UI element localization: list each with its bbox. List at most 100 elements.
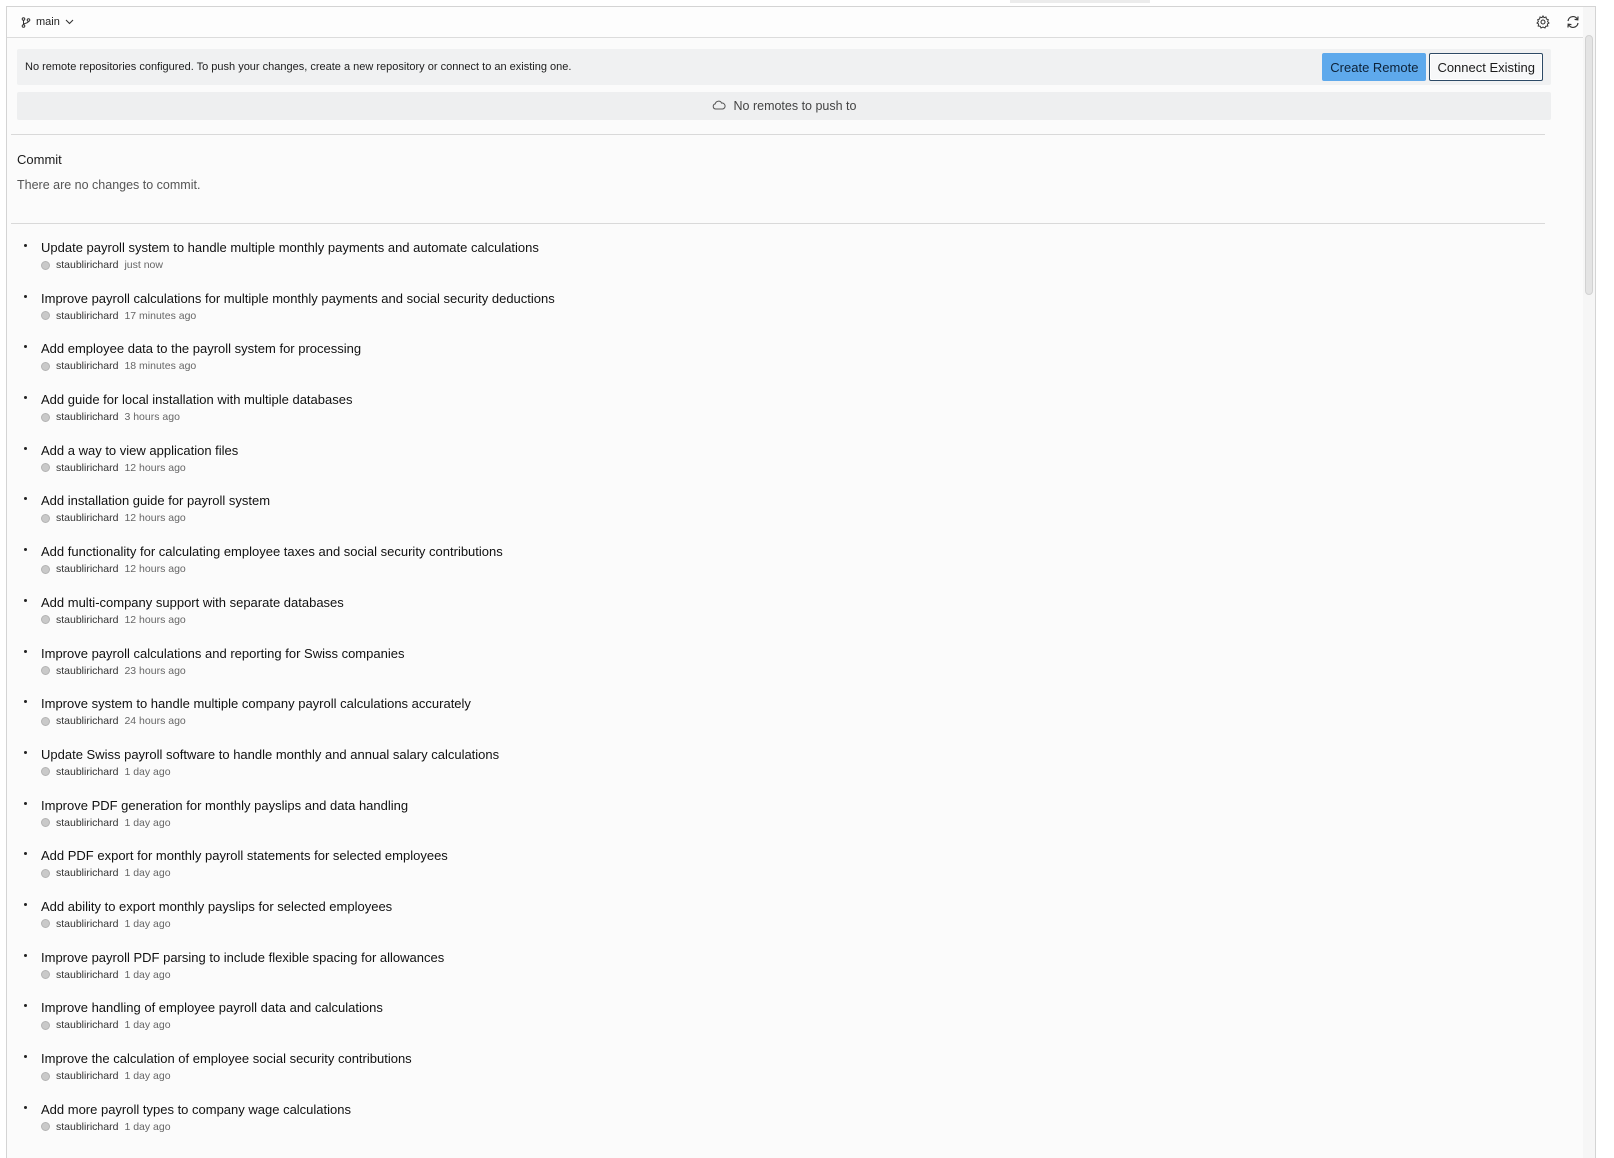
commit-message[interactable]: Improve handling of employee payroll dat… — [41, 999, 1585, 1017]
avatar-icon — [41, 1020, 50, 1030]
commit-author: staublirichard — [56, 1019, 119, 1032]
commit-history-item[interactable]: Improve payroll PDF parsing to include f… — [17, 944, 1585, 995]
bullet-marker — [24, 244, 27, 247]
avatar-icon — [41, 970, 50, 980]
connect-existing-button[interactable]: Connect Existing — [1429, 53, 1543, 81]
commit-author: staublirichard — [56, 664, 119, 677]
no-remote-notice: No remote repositories configured. To pu… — [17, 49, 1551, 85]
git-toolbar: main — [7, 7, 1595, 38]
commit-history-item[interactable]: Add functionality for calculating employ… — [17, 538, 1585, 589]
avatar-icon — [41, 463, 50, 473]
commit-time: 1 day ago — [124, 867, 171, 880]
bullet-marker — [24, 649, 27, 653]
commit-message[interactable]: Improve payroll PDF parsing to include f… — [41, 949, 1585, 967]
commit-time: 1 day ago — [124, 1070, 171, 1082]
commit-history-item[interactable]: Add installation guide for payroll syste… — [17, 487, 1585, 538]
avatar-icon — [41, 818, 50, 828]
create-remote-button[interactable]: Create Remote — [1322, 53, 1427, 81]
commit-message[interactable]: Improve payroll calculations for multipl… — [41, 290, 1585, 308]
commit-message[interactable]: Add multi-company support with separate … — [41, 594, 1585, 612]
commit-message[interactable]: Add functionality for calculating employ… — [41, 543, 1585, 561]
commit-message[interactable]: Add a way to view application files — [41, 442, 1585, 460]
notice-message: No remote repositories configured. To pu… — [25, 61, 572, 73]
commit-history-item[interactable]: Add PDF export for monthly payroll state… — [17, 842, 1585, 893]
commit-message[interactable]: Update payroll system to handle multiple… — [41, 239, 1585, 257]
avatar-icon — [41, 666, 50, 675]
commit-empty-message: There are no changes to commit. — [17, 178, 201, 192]
commit-time: 18 minutes ago — [124, 360, 197, 373]
bullet-marker — [24, 801, 27, 805]
commit-history-item[interactable]: Add more payroll types to company wage c… — [17, 1096, 1585, 1147]
commit-author: staublirichard — [56, 613, 119, 626]
commit-message[interactable]: Update Swiss payroll software to handle … — [41, 746, 1585, 764]
gear-icon[interactable] — [1533, 12, 1553, 32]
avatar-icon — [41, 564, 50, 574]
commit-meta: staublirichard 1 day ago — [41, 1019, 1585, 1031]
avatar-icon — [41, 615, 50, 625]
commit-meta: staublirichard 23 hours ago — [41, 665, 1585, 677]
commit-author: staublirichard — [56, 411, 119, 424]
avatar-icon — [41, 1122, 50, 1132]
commit-history-item[interactable]: Update Swiss payroll software to handle … — [17, 741, 1585, 792]
commit-message[interactable]: Add employee data to the payroll system … — [41, 340, 1585, 358]
commit-time: 1 day ago — [124, 816, 171, 829]
commit-author: staublirichard — [56, 461, 119, 474]
commit-message[interactable]: Add more payroll types to company wage c… — [41, 1101, 1585, 1119]
commit-author: staublirichard — [56, 1070, 119, 1082]
remotes-status: No remotes to push to — [17, 92, 1551, 120]
commit-message[interactable]: Improve payroll calculations and reporti… — [41, 645, 1585, 663]
avatar-icon — [41, 919, 50, 929]
commit-author: staublirichard — [56, 259, 119, 271]
commit-history-item[interactable]: Update payroll system to handle multiple… — [17, 234, 1585, 285]
bullet-marker — [24, 1055, 27, 1058]
commit-history-item[interactable]: Add employee data to the payroll system … — [17, 335, 1585, 386]
commit-meta: staublirichard 12 hours ago — [41, 614, 1585, 626]
commit-message[interactable]: Add guide for local installation with mu… — [41, 391, 1585, 409]
commit-time: 12 hours ago — [124, 512, 186, 525]
commit-meta: staublirichard 18 minutes ago — [41, 360, 1585, 372]
commit-time: 1 day ago — [124, 1019, 171, 1032]
bullet-marker — [24, 294, 27, 298]
bullet-marker — [24, 345, 27, 349]
scrollbar-thumb[interactable] — [1585, 35, 1593, 295]
commit-meta: staublirichard just now — [41, 259, 1585, 271]
cloud-icon — [712, 99, 726, 113]
chevron-down-icon — [65, 19, 74, 25]
commit-message[interactable]: Add ability to export monthly payslips f… — [41, 898, 1585, 916]
commit-history-item[interactable]: Improve system to handle multiple compan… — [17, 690, 1585, 741]
commit-message[interactable]: Add installation guide for payroll syste… — [41, 492, 1585, 510]
commit-history-item[interactable]: Improve payroll calculations and reporti… — [17, 640, 1585, 691]
commit-author: staublirichard — [56, 715, 119, 728]
commit-time: 24 hours ago — [124, 715, 186, 728]
commit-history-item[interactable]: Improve PDF generation for monthly paysl… — [17, 792, 1585, 843]
git-panel: main No remote repositories configured. … — [6, 6, 1596, 1158]
commit-time: 1 day ago — [124, 765, 171, 778]
bullet-marker — [24, 497, 27, 501]
bullet-marker — [24, 902, 27, 906]
commit-meta: staublirichard 3 hours ago — [41, 411, 1585, 423]
commit-time: just now — [124, 259, 163, 271]
commit-history-item[interactable]: Add multi-company support with separate … — [17, 589, 1585, 640]
commit-meta: staublirichard 12 hours ago — [41, 563, 1585, 575]
commit-author: staublirichard — [56, 512, 119, 525]
commit-history-item[interactable]: Improve the calculation of employee soci… — [17, 1045, 1585, 1096]
commit-message[interactable]: Improve system to handle multiple compan… — [41, 695, 1585, 713]
scrollbar-track[interactable] — [1583, 7, 1595, 1158]
commit-message[interactable]: Improve the calculation of employee soci… — [41, 1050, 1585, 1068]
commit-meta: staublirichard 1 day ago — [41, 1121, 1585, 1133]
commit-author: staublirichard — [56, 816, 119, 829]
refresh-icon[interactable] — [1563, 12, 1583, 32]
commit-history-item[interactable]: Improve payroll calculations for multipl… — [17, 285, 1585, 336]
commit-message[interactable]: Add PDF export for monthly payroll state… — [41, 847, 1585, 865]
commit-message[interactable]: Improve PDF generation for monthly paysl… — [41, 797, 1585, 815]
commit-time: 12 hours ago — [124, 461, 186, 474]
commit-history-list: Update payroll system to handle multiple… — [17, 224, 1585, 1146]
commit-author: staublirichard — [56, 968, 119, 981]
commit-author: staublirichard — [56, 1120, 119, 1133]
commit-history-item[interactable]: Improve handling of employee payroll dat… — [17, 994, 1585, 1045]
branch-selector[interactable]: main — [21, 16, 74, 28]
commit-time: 12 hours ago — [124, 563, 186, 576]
commit-history-item[interactable]: Add guide for local installation with mu… — [17, 386, 1585, 437]
commit-history-item[interactable]: Add ability to export monthly payslips f… — [17, 893, 1585, 944]
commit-history-item[interactable]: Add a way to view application files staub… — [17, 437, 1585, 488]
